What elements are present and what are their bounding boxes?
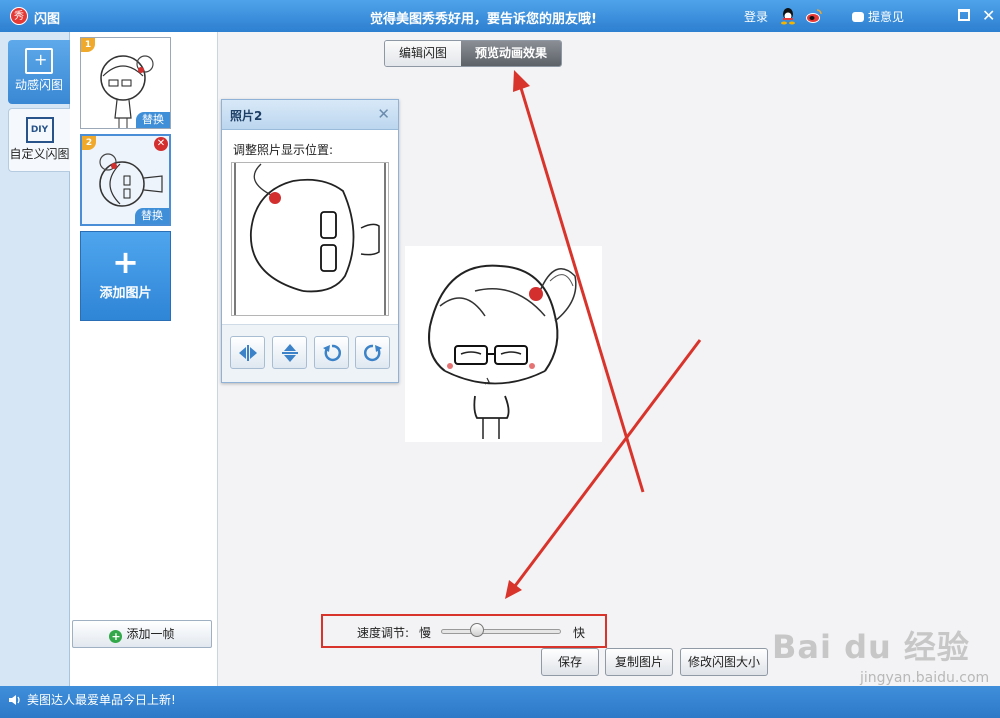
- girl-sketch-rotated: [250, 163, 380, 293]
- dynamic-flash-icon: [25, 48, 53, 74]
- frame-thumbnail-1[interactable]: 1 替换: [80, 37, 171, 129]
- maximize-icon[interactable]: [958, 9, 970, 21]
- window-title: 闪图: [34, 12, 61, 27]
- speed-slow-label: 慢: [419, 626, 432, 640]
- nav-item-custom-flash[interactable]: DIY 自定义闪图: [8, 108, 70, 172]
- photo-adjust-panel: 照片2 ✕ 调整照片显示位置:: [221, 99, 399, 383]
- feedback-link[interactable]: 提意见: [852, 8, 904, 25]
- nav-item-label: 自定义闪图: [9, 147, 70, 161]
- tab-preview-animation[interactable]: 预览动画效果: [461, 41, 561, 66]
- diy-icon: DIY: [25, 117, 54, 143]
- image-tools: [222, 324, 398, 382]
- left-nav: 动感闪图 DIY 自定义闪图: [0, 32, 70, 686]
- frame-replace-button[interactable]: 替换: [135, 208, 169, 224]
- add-image-button[interactable]: + 添加图片: [80, 231, 171, 321]
- position-instruction: 调整照片显示位置:: [233, 143, 334, 157]
- tab-edit-flash[interactable]: 编辑闪图: [385, 41, 461, 66]
- flip-vertical-icon: [282, 344, 298, 362]
- watermark-logo: Bai du 经验: [772, 628, 970, 666]
- nav-item-dynamic-flash[interactable]: 动感闪图: [8, 40, 70, 104]
- feedback-label: 提意见: [868, 10, 905, 24]
- rotate-right-button[interactable]: [355, 336, 390, 369]
- close-icon[interactable]: ✕: [982, 6, 995, 25]
- crop-handle-left[interactable]: [234, 163, 236, 315]
- add-image-label: 添加图片: [99, 286, 152, 301]
- copy-image-button[interactable]: 复制图片: [605, 648, 673, 676]
- login-link[interactable]: 登录: [744, 8, 768, 25]
- flip-horizontal-icon: [239, 345, 257, 361]
- panel-header: 照片2 ✕: [222, 100, 398, 130]
- flip-vertical-button[interactable]: [272, 336, 307, 369]
- girl-sketch-preview: [428, 264, 577, 439]
- speed-control: 速度调节: 慢 快: [321, 614, 607, 648]
- add-circle-icon: +: [109, 630, 123, 643]
- speed-slider-thumb[interactable]: [470, 623, 484, 637]
- add-frame-label: 添加一帧: [126, 627, 175, 641]
- preview-canvas: 编辑闪图 预览动画效果 照片2 ✕ 调整照片显示位置: 速度调节: 慢 快 保存…: [218, 32, 1000, 686]
- status-news-link[interactable]: 美图达人最爱单品今日上新!: [27, 691, 176, 708]
- nav-item-label: 动感闪图: [14, 78, 63, 92]
- app-logo-icon: 秀: [10, 7, 28, 25]
- watermark-url: jingyan.baidu.com: [860, 670, 990, 686]
- chat-bubble-icon: [852, 12, 864, 22]
- speed-label: 速度调节:: [357, 626, 410, 640]
- flip-horizontal-button[interactable]: [230, 336, 265, 369]
- frame-replace-button[interactable]: 替换: [136, 112, 170, 128]
- rotate-left-button[interactable]: [314, 336, 349, 369]
- mode-tabs: 编辑闪图 预览动画效果: [384, 40, 562, 67]
- speed-slider-track[interactable]: [441, 629, 561, 634]
- rotate-right-icon: [364, 344, 382, 362]
- rotate-left-icon: [323, 344, 341, 362]
- panel-title: 照片2: [230, 109, 263, 123]
- add-frame-button[interactable]: + 添加一帧: [72, 620, 212, 648]
- frame-thumbnail-2[interactable]: 2 ✕ 替换: [80, 134, 171, 226]
- close-icon[interactable]: ✕: [377, 105, 390, 123]
- title-bar: 秀 闪图 觉得美图秀秀好用，要告诉您的朋友哦! 登录 提意见 ✕: [0, 0, 1000, 32]
- weibo-icon[interactable]: [805, 7, 823, 25]
- crop-area[interactable]: [231, 162, 389, 316]
- animation-preview-image: [405, 246, 602, 442]
- speed-fast-label: 快: [573, 626, 586, 640]
- plus-icon: +: [112, 243, 139, 281]
- resize-flash-button[interactable]: 修改闪图大小: [680, 648, 768, 676]
- speaker-icon: [9, 695, 20, 705]
- delete-frame-icon[interactable]: ✕: [154, 137, 168, 151]
- frames-panel: 1 替换 2 ✕ 替换 + 添加图片 + 添加一帧: [70, 32, 218, 686]
- crop-handle-right[interactable]: [384, 163, 386, 315]
- qq-icon[interactable]: [780, 7, 796, 25]
- baidu-watermark: Bai du 经验 jingyan.baidu.com: [772, 612, 998, 692]
- slogan-text: 觉得美图秀秀好用，要告诉您的朋友哦!: [370, 12, 597, 27]
- save-button[interactable]: 保存: [541, 648, 599, 676]
